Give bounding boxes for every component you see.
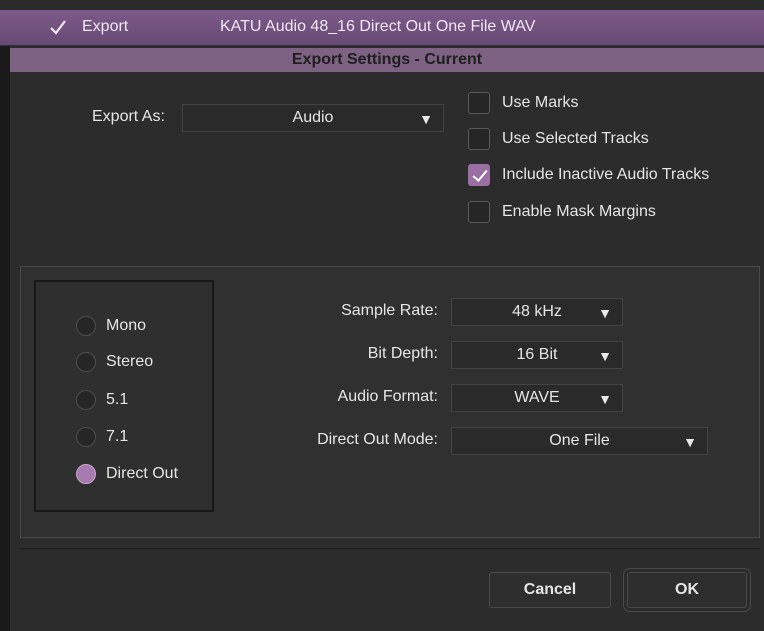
export-as-label: Export As: — [92, 108, 165, 125]
include-inactive-audio-tracks-label: Include Inactive Audio Tracks — [502, 166, 710, 183]
radio-mono[interactable]: Mono — [76, 314, 146, 338]
direct-out-label: Direct Out — [106, 465, 179, 482]
dropdown-arrow-icon: ▼ — [598, 348, 612, 364]
bit-depth-label: Bit Depth: — [367, 345, 438, 362]
bit-depth-value: 16 Bit — [516, 346, 558, 363]
footer-divider — [20, 548, 760, 549]
use-selected-tracks-label: Use Selected Tracks — [502, 130, 649, 147]
checkmark-icon — [50, 20, 66, 35]
radio-stereo[interactable]: Stereo — [76, 350, 153, 374]
option-use-marks[interactable]: Use Marks — [468, 91, 578, 115]
surround-7-1-radio[interactable] — [76, 427, 96, 447]
dropdown-arrow-icon: ▼ — [598, 305, 612, 321]
bit-depth-select[interactable]: 16 Bit ▼ — [451, 341, 623, 369]
enable-mask-margins-checkbox[interactable] — [468, 201, 490, 223]
dropdown-arrow-icon: ▼ — [419, 111, 433, 127]
mono-radio[interactable] — [76, 316, 96, 336]
sample-rate-label: Sample Rate: — [341, 302, 438, 319]
option-use-selected-tracks[interactable]: Use Selected Tracks — [468, 127, 649, 151]
direct-out-mode-label: Direct Out Mode: — [317, 431, 438, 448]
surround-5-1-radio[interactable] — [76, 390, 96, 410]
export-as-select[interactable]: Audio ▼ — [182, 104, 444, 132]
export-settings-dialog: Export KATU Audio 48_16 Direct Out One F… — [0, 0, 764, 631]
direct-out-mode-value: One File — [549, 432, 610, 449]
sample-rate-select[interactable]: 48 kHz ▼ — [451, 298, 623, 326]
audio-format-value: WAVE — [514, 389, 560, 406]
radio-7-1[interactable]: 7.1 — [76, 425, 128, 449]
direct-out-radio[interactable] — [76, 464, 96, 484]
option-include-inactive-audio-tracks[interactable]: Include Inactive Audio Tracks — [468, 163, 709, 187]
direct-out-mode-select[interactable]: One File ▼ — [451, 427, 708, 455]
mono-label: Mono — [106, 317, 147, 334]
include-inactive-audio-tracks-checkbox[interactable] — [468, 164, 490, 186]
export-title-bar[interactable]: Export KATU Audio 48_16 Direct Out One F… — [0, 10, 764, 46]
stereo-radio[interactable] — [76, 352, 96, 372]
use-selected-tracks-checkbox[interactable] — [468, 128, 490, 150]
dropdown-arrow-icon: ▼ — [598, 391, 612, 407]
surround-7-1-label: 7.1 — [106, 428, 129, 445]
radio-5-1[interactable]: 5.1 — [76, 388, 128, 412]
settings-header: Export Settings - Current — [10, 48, 764, 72]
export-as-value: Audio — [292, 109, 334, 126]
dropdown-arrow-icon: ▼ — [683, 434, 697, 450]
ok-button[interactable]: OK — [627, 572, 747, 608]
preset-name: KATU Audio 48_16 Direct Out One File WAV — [220, 18, 536, 35]
stereo-label: Stereo — [106, 353, 154, 370]
surround-5-1-label: 5.1 — [106, 391, 129, 408]
option-enable-mask-margins[interactable]: Enable Mask Margins — [468, 200, 656, 224]
sample-rate-value: 48 kHz — [512, 303, 562, 320]
enable-mask-margins-label: Enable Mask Margins — [502, 203, 656, 220]
cancel-button[interactable]: Cancel — [489, 572, 611, 608]
window-edge — [0, 10, 10, 631]
radio-direct-out[interactable]: Direct Out — [76, 462, 178, 486]
use-marks-checkbox[interactable] — [468, 92, 490, 114]
use-marks-label: Use Marks — [502, 94, 579, 111]
audio-format-label: Audio Format: — [337, 388, 438, 405]
export-section-label: Export — [82, 18, 129, 35]
audio-format-select[interactable]: WAVE ▼ — [451, 384, 623, 412]
